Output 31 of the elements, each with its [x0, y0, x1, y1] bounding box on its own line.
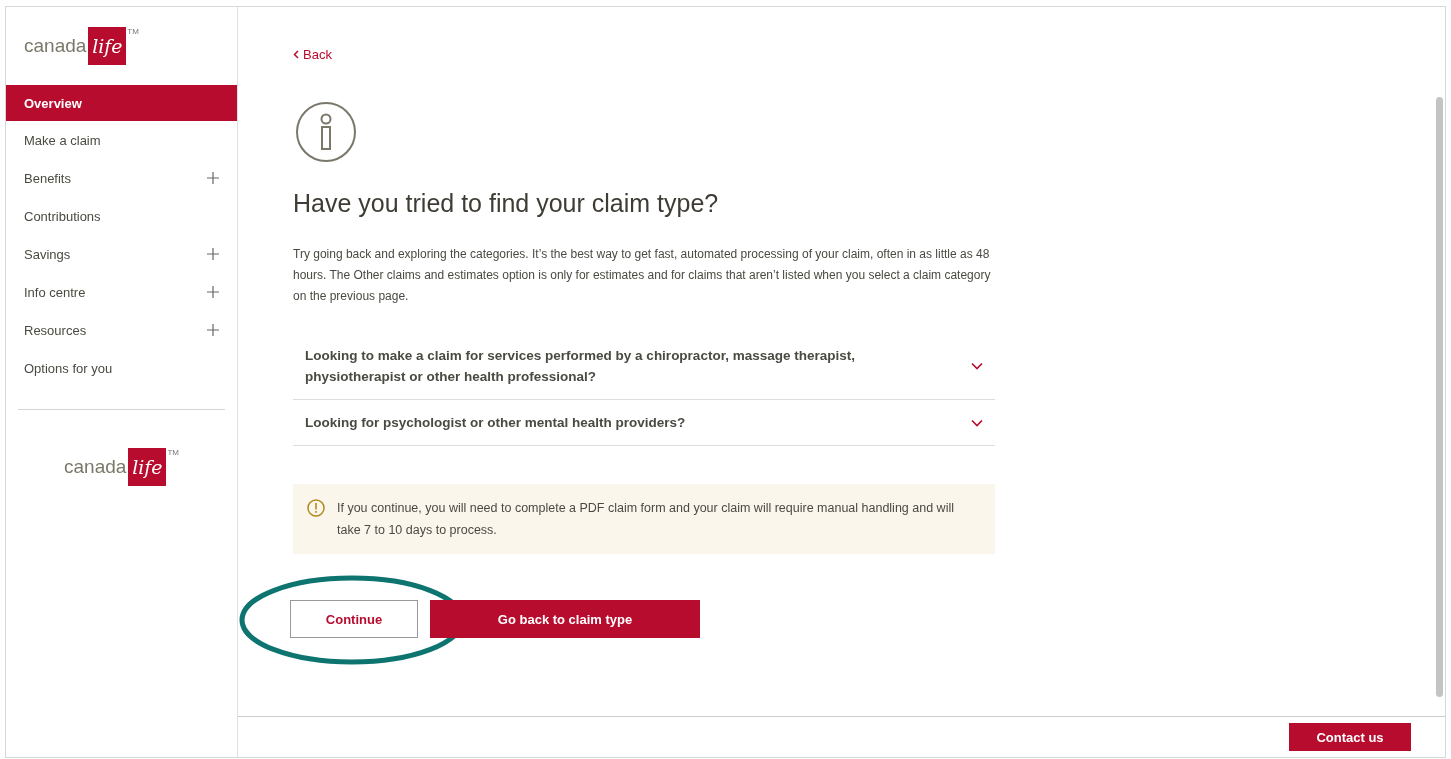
nav-item[interactable]: Resources	[6, 311, 237, 349]
accordion-item[interactable]: Looking to make a claim for services performed by a chiropractor, massage therapist, physiotherapist or other health professional?	[293, 333, 995, 400]
nav-item[interactable]: Contributions	[6, 197, 237, 235]
page-heading: Have you tried to find your claim type?	[293, 189, 720, 218]
back-link[interactable]: Back	[293, 47, 332, 62]
nav-item[interactable]: Info centre	[6, 273, 237, 311]
continue-button[interactable]: Continue	[290, 600, 418, 638]
notice-text: If you continue, you will need to complete a PDF claim form and your claim will require manual handling and will take 7 to 10 days to process.	[337, 500, 955, 539]
logo-mark: life	[88, 27, 127, 65]
chevron-left-icon	[293, 50, 299, 59]
go-back-button[interactable]: Go back to claim type	[430, 600, 700, 638]
logo-mark: life	[128, 448, 167, 486]
nav-item[interactable]: Benefits	[6, 159, 237, 197]
nav-item[interactable]: Options for you	[6, 349, 237, 387]
plus-icon[interactable]	[207, 324, 219, 336]
plus-icon[interactable]	[207, 248, 219, 260]
trademark: TM	[167, 448, 179, 457]
plus-icon[interactable]	[207, 172, 219, 184]
warning-icon	[307, 499, 325, 517]
trademark: TM	[127, 27, 139, 36]
nav-item[interactable]: Overview	[6, 85, 237, 121]
nav-item[interactable]: Savings	[6, 235, 237, 273]
logo-wordmark: canada	[64, 456, 127, 478]
info-icon	[293, 99, 357, 163]
plus-icon[interactable]	[207, 286, 219, 298]
contact-button[interactable]: Contact us	[1289, 723, 1411, 751]
accordion-item[interactable]: Looking for psychologist or other mental health providers?	[293, 400, 995, 446]
nav-item[interactable]: Make a claim	[6, 121, 237, 159]
scrollbar[interactable]	[1436, 97, 1443, 697]
logo-wordmark: canada	[24, 35, 87, 57]
intro-text: Try going back and exploring the categories. It’s the best way to get fast, automated processing of your claim, often in as little as 48 hours. The Other claims and estimates option is only for estimates and for claims that aren’t listed when you select a claim category on the previous page.	[293, 246, 992, 305]
